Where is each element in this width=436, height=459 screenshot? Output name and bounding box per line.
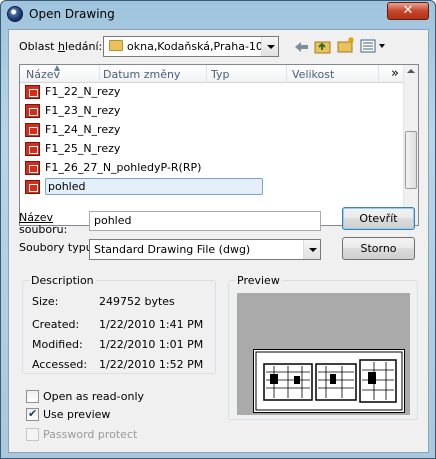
preview-group: Preview <box>228 274 418 420</box>
column-size[interactable]: Velikost <box>292 68 334 81</box>
dwg-file-icon <box>25 161 40 175</box>
file-name: F1_24_N_rezy <box>45 123 121 136</box>
window-title: Open Drawing <box>29 7 115 21</box>
accessed-label: Accessed: <box>32 358 88 371</box>
up-folder-icon[interactable] <box>313 37 333 55</box>
views-menu-icon[interactable] <box>359 37 387 55</box>
drawing-thumbnail <box>253 349 405 413</box>
lookin-value: okna,Kodaňská,Praha-10 <box>127 40 263 53</box>
vertical-scrollbar[interactable] <box>403 65 418 225</box>
filetype-combobox[interactable]: Standard Drawing File (dwg) <box>89 239 321 260</box>
preview-title: Preview <box>235 274 282 287</box>
file-row[interactable]: F1_23_N_rezy <box>24 102 264 120</box>
file-name: F1_22_N_rezy <box>45 85 121 98</box>
file-row[interactable]: F1_25_N_rezy <box>24 140 264 158</box>
preview-area <box>237 293 410 415</box>
chevron-down-icon[interactable] <box>303 240 320 259</box>
file-list[interactable]: Název ▲ Datum změny Typ Velikost » F1_22… <box>19 63 419 226</box>
file-row-selected[interactable]: pohled <box>24 178 264 196</box>
filetype-value: Standard Drawing File (dwg) <box>94 243 251 256</box>
dwg-file-icon <box>25 104 40 118</box>
file-row[interactable]: F1_26_27_N_pohledyP-R(RP) <box>24 159 264 177</box>
app-logo-icon <box>7 6 23 22</box>
chevron-down-icon[interactable] <box>261 37 278 56</box>
filename-label: Název souboru: <box>19 211 68 236</box>
folder-icon <box>109 40 123 51</box>
read-only-label[interactable]: Open as read-only <box>43 390 144 403</box>
open-drawing-dialog: Open Drawing ✕ Oblast hledání: okna,Koda… <box>0 0 436 459</box>
size-label: Size: <box>32 295 59 308</box>
accessed-value: 1/22/2010 1:52 PM <box>99 358 204 371</box>
dialog-body: Oblast hledání: okna,Kodaňská,Praha-10 N… <box>8 29 429 453</box>
dwg-file-icon <box>25 180 40 194</box>
password-protect-checkbox <box>26 428 39 441</box>
modified-value: 1/22/2010 1:01 PM <box>99 338 204 351</box>
created-label: Created: <box>32 318 80 331</box>
size-value: 249752 bytes <box>99 295 175 308</box>
description-group: Description Size: 249752 bytes Created: … <box>22 274 216 374</box>
dwg-file-icon <box>25 123 40 137</box>
column-separator[interactable] <box>286 65 287 83</box>
column-header: Název ▲ Datum změny Typ Velikost » <box>20 63 405 83</box>
file-name: pohled <box>45 178 263 195</box>
password-protect-label: Password protect <box>43 428 138 441</box>
file-name: F1_26_27_N_pohledyP-R(RP) <box>45 161 202 174</box>
filetype-label: Soubory typu: <box>19 241 97 254</box>
created-value: 1/22/2010 1:41 PM <box>99 318 204 331</box>
dwg-file-icon <box>25 142 40 156</box>
column-separator[interactable] <box>378 65 379 83</box>
column-separator[interactable] <box>99 65 100 83</box>
read-only-checkbox[interactable] <box>26 390 39 403</box>
lookin-label: Oblast hledání: <box>19 40 103 53</box>
scroll-thumb[interactable] <box>405 131 417 189</box>
description-title: Description <box>29 274 96 287</box>
file-name: F1_25_N_rezy <box>45 142 121 155</box>
use-preview-label[interactable]: Use preview <box>43 408 110 421</box>
more-columns-chevron-icon[interactable]: » <box>391 66 399 81</box>
file-name: F1_23_N_rezy <box>45 104 121 117</box>
back-arrow-icon[interactable] <box>292 38 312 56</box>
title-bar[interactable]: Open Drawing ✕ <box>1 1 435 29</box>
filename-input[interactable]: pohled <box>89 211 321 231</box>
use-preview-checkbox[interactable] <box>26 407 39 421</box>
dwg-file-icon <box>25 85 40 99</box>
file-row[interactable]: F1_24_N_rezy <box>24 121 264 139</box>
sort-up-icon: ▲ <box>54 63 61 72</box>
column-separator[interactable] <box>206 65 207 83</box>
modified-label: Modified: <box>32 338 83 351</box>
open-button[interactable]: Otevřít <box>342 207 415 230</box>
scroll-up-arrow-icon[interactable] <box>404 65 418 79</box>
new-folder-icon[interactable] <box>336 36 356 54</box>
close-button[interactable]: ✕ <box>387 2 429 20</box>
cancel-button[interactable]: Storno <box>342 237 415 260</box>
file-row[interactable]: F1_22_N_rezy <box>24 83 264 101</box>
column-type[interactable]: Typ <box>211 68 230 81</box>
column-date[interactable]: Datum změny <box>103 68 180 81</box>
lookin-combobox[interactable]: okna,Kodaňská,Praha-10 <box>103 36 279 57</box>
